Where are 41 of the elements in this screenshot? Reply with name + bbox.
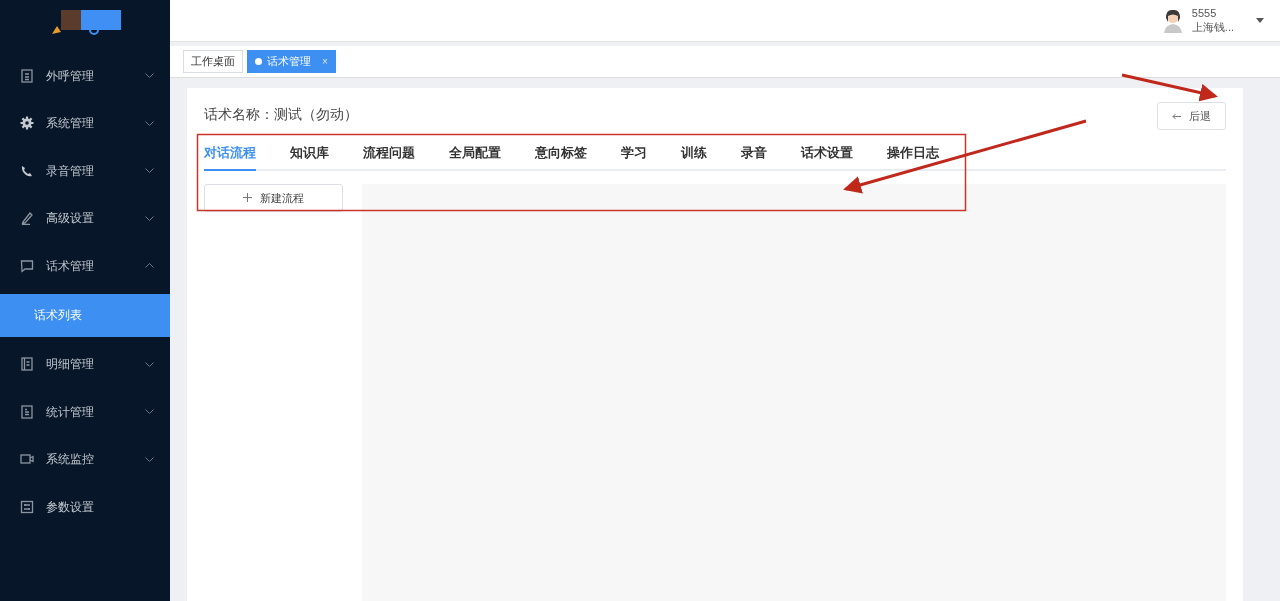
tag-label: 话术管理 — [267, 54, 311, 70]
user-organization: 上海钱... — [1191, 20, 1234, 35]
logo — [49, 10, 121, 36]
tag-label: 工作桌面 — [191, 54, 235, 70]
left-arrow-icon — [1172, 112, 1181, 120]
sliders-icon — [20, 499, 34, 514]
settings-icon — [20, 116, 34, 131]
menu-item[interactable]: 系统监控 — [0, 435, 170, 483]
tab[interactable]: 全局配置 — [449, 144, 501, 171]
menu-item[interactable]: 明细管理 — [0, 340, 170, 388]
document-icon — [20, 68, 34, 83]
new-flow-button[interactable]: 新建流程 — [204, 183, 343, 212]
menu-item[interactable]: 高级设置 — [0, 194, 170, 242]
tab[interactable]: 知识库 — [290, 144, 329, 171]
chat-bubble-icon — [20, 258, 34, 273]
dot-icon — [255, 58, 262, 65]
menu-item[interactable]: 系统管理 — [0, 99, 170, 147]
back-button[interactable]: 后退 — [1157, 102, 1226, 130]
menu-item[interactable]: 参数设置 — [0, 483, 170, 531]
menu-item[interactable]: 话术管理 — [0, 242, 170, 290]
pencil-icon — [20, 211, 34, 226]
tab[interactable]: 学习 — [621, 144, 647, 171]
menu-item[interactable]: 录音管理 — [0, 147, 170, 195]
tab[interactable]: 话术设置 — [801, 144, 853, 171]
tab[interactable]: 意向标签 — [535, 144, 587, 171]
avatar-icon — [1161, 8, 1184, 33]
tab[interactable]: 操作日志 — [887, 144, 939, 171]
page-tag[interactable]: 工作桌面 — [183, 50, 243, 73]
user-name: 5555 — [1191, 6, 1218, 21]
page-title: 话术名称：测试（勿动） — [204, 105, 358, 124]
plus-icon — [243, 193, 252, 203]
dropdown-caret-icon[interactable] — [1256, 18, 1264, 23]
phone-icon — [20, 163, 34, 178]
notebook-icon — [20, 357, 34, 372]
document-icon — [20, 404, 34, 419]
menu-item[interactable]: 统计管理 — [0, 388, 170, 436]
video-camera-icon — [20, 452, 34, 467]
tab[interactable]: 训练 — [681, 144, 707, 171]
tab[interactable]: 录音 — [741, 144, 767, 171]
menu-item[interactable]: 外呼管理 — [0, 52, 170, 100]
tab[interactable]: 流程问题 — [363, 144, 415, 171]
